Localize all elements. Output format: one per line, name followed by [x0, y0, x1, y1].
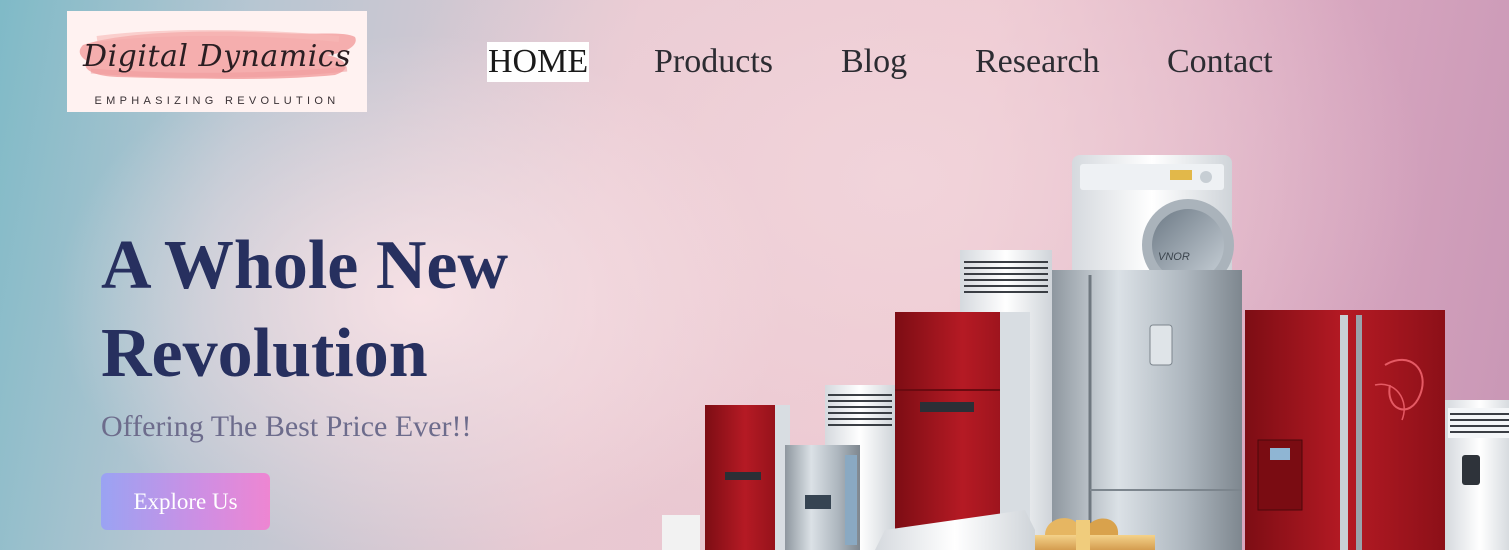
- red-fridge-small: [705, 405, 790, 550]
- hero-title: A Whole New Revolution: [101, 222, 621, 398]
- nav-item-home[interactable]: HOME: [487, 42, 590, 82]
- nav-item-products[interactable]: Products: [654, 42, 773, 82]
- nav-item-contact[interactable]: Contact: [1167, 42, 1273, 82]
- appliances-hero-image: VNOR: [662, 155, 1509, 550]
- washer-brand-label: VNOR: [1158, 251, 1190, 263]
- hero-subtitle: Offering The Best Price Ever!!: [101, 410, 472, 443]
- hero-title-line1: A Whole New: [101, 227, 509, 304]
- logo-tagline: EMPHASIZING REVOLUTION: [94, 95, 340, 107]
- nav-item-blog[interactable]: Blog: [841, 42, 907, 82]
- steel-fridge-tall: [1052, 270, 1242, 550]
- ac-unit-right: [1445, 400, 1509, 550]
- main-nav: HOME Products Blog Research Contact: [0, 42, 1509, 86]
- small-appliance-box: [662, 515, 700, 550]
- nav-item-research[interactable]: Research: [975, 42, 1100, 82]
- hero-title-line2: Revolution: [101, 315, 428, 392]
- steel-fridge-small: [785, 445, 860, 550]
- explore-us-button[interactable]: Explore Us: [101, 473, 270, 530]
- red-fridge-right: [1245, 310, 1445, 550]
